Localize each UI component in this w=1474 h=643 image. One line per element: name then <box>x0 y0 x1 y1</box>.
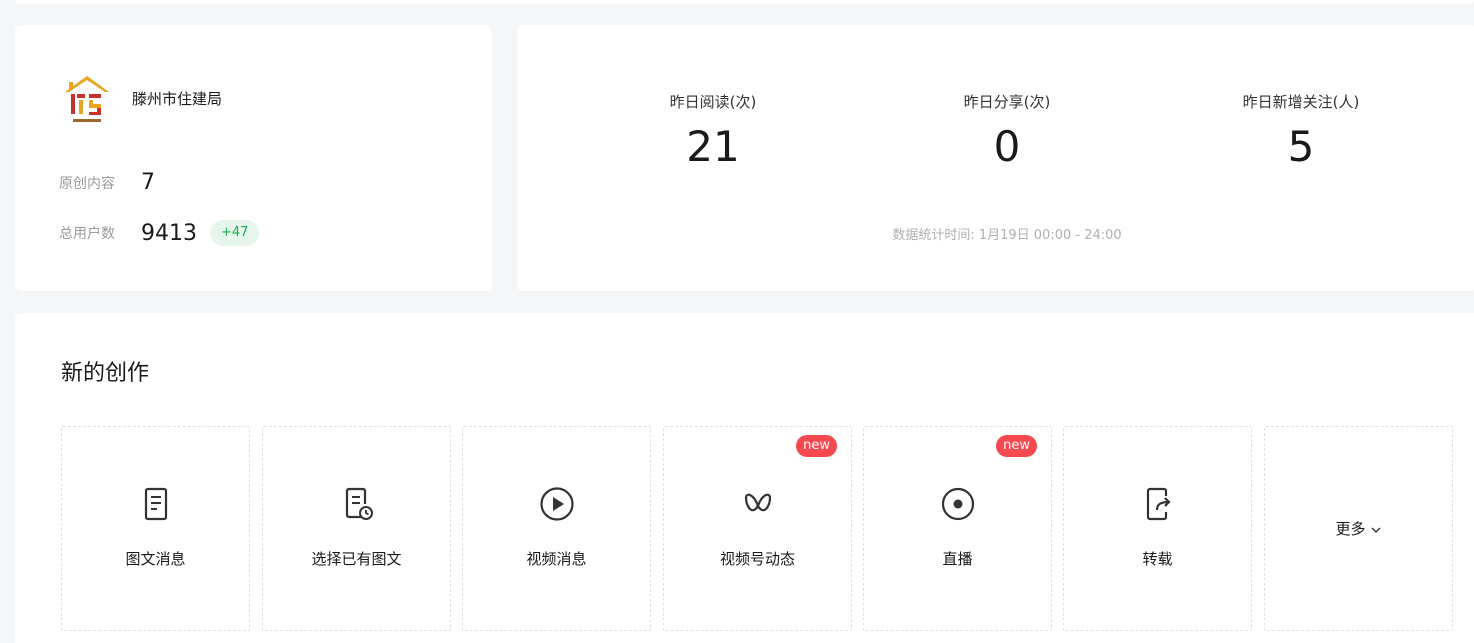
section-title: 新的创作 <box>61 361 150 386</box>
chevron-down-icon <box>1371 527 1380 533</box>
more-label: 更多 <box>1335 520 1366 538</box>
total-users-delta-badge: +47 <box>210 220 260 246</box>
record-icon <box>941 487 974 521</box>
stats-time-note: 数据统计时间: 1月19日 00:00 - 24:00 <box>892 228 1122 243</box>
tile-label: 图文消息 <box>125 550 186 568</box>
tile-article-message[interactable]: 图文消息 <box>61 426 250 631</box>
metric-label: 昨日新增关注(人) <box>1242 93 1360 111</box>
metric-value: 0 <box>993 122 1021 171</box>
tile-channels-post[interactable]: new 视频号动态 <box>663 426 852 631</box>
document-icon <box>144 487 167 521</box>
tile-label: 视频号动态 <box>719 550 795 568</box>
tile-label: 视频消息 <box>526 550 587 568</box>
tile-select-existing-article[interactable]: 选择已有图文 <box>262 426 451 631</box>
account-card: 滕州市住建局 原创内容 7 总用户数 9413 +47 <box>15 25 492 291</box>
metric-new-followers: 昨日新增关注(人) 5 <box>1191 91 1411 171</box>
metric-label: 昨日分享(次) <box>963 93 1051 111</box>
metric-value: 21 <box>686 122 740 171</box>
metric-label: 昨日阅读(次) <box>669 93 757 111</box>
tile-label: 直播 <box>942 550 973 568</box>
share-document-icon <box>1146 487 1171 521</box>
account-name: 滕州市住建局 <box>132 90 223 108</box>
metric-reads: 昨日阅读(次) 21 <box>603 91 823 171</box>
original-content-row: 原创内容 7 <box>59 170 155 195</box>
tile-label: 选择已有图文 <box>311 550 402 568</box>
tile-repost[interactable]: 转载 <box>1063 426 1252 631</box>
tile-more[interactable]: 更多 <box>1264 426 1453 631</box>
logo-image <box>65 76 109 122</box>
original-content-value: 7 <box>141 170 155 195</box>
stats-card: 昨日阅读(次) 21 昨日分享(次) 0 昨日新增关注(人) 5 数据统计时间:… <box>517 25 1474 291</box>
more-label-wrap: 更多 <box>1265 518 1452 539</box>
new-badge: new <box>996 435 1037 457</box>
new-creation-card: 新的创作 图文消息 选择已有图文 视频消息 new 视频号动态 new 直播 转… <box>15 313 1474 643</box>
top-strip <box>15 0 1474 4</box>
total-users-value: 9413 <box>141 220 197 246</box>
total-users-row: 总用户数 9413 +47 <box>59 220 260 246</box>
new-badge: new <box>796 435 837 457</box>
tile-label: 转载 <box>1142 550 1173 568</box>
total-users-label: 总用户数 <box>59 226 115 242</box>
butterfly-icon <box>744 493 771 512</box>
metric-value: 5 <box>1287 122 1315 171</box>
play-circle-icon <box>539 487 574 521</box>
original-content-label: 原创内容 <box>59 175 115 192</box>
tile-video-message[interactable]: 视频消息 <box>462 426 651 631</box>
tile-live[interactable]: new 直播 <box>863 426 1052 631</box>
document-clock-icon <box>345 487 373 520</box>
metric-shares: 昨日分享(次) 0 <box>897 91 1117 171</box>
account-logo[interactable] <box>59 70 115 126</box>
